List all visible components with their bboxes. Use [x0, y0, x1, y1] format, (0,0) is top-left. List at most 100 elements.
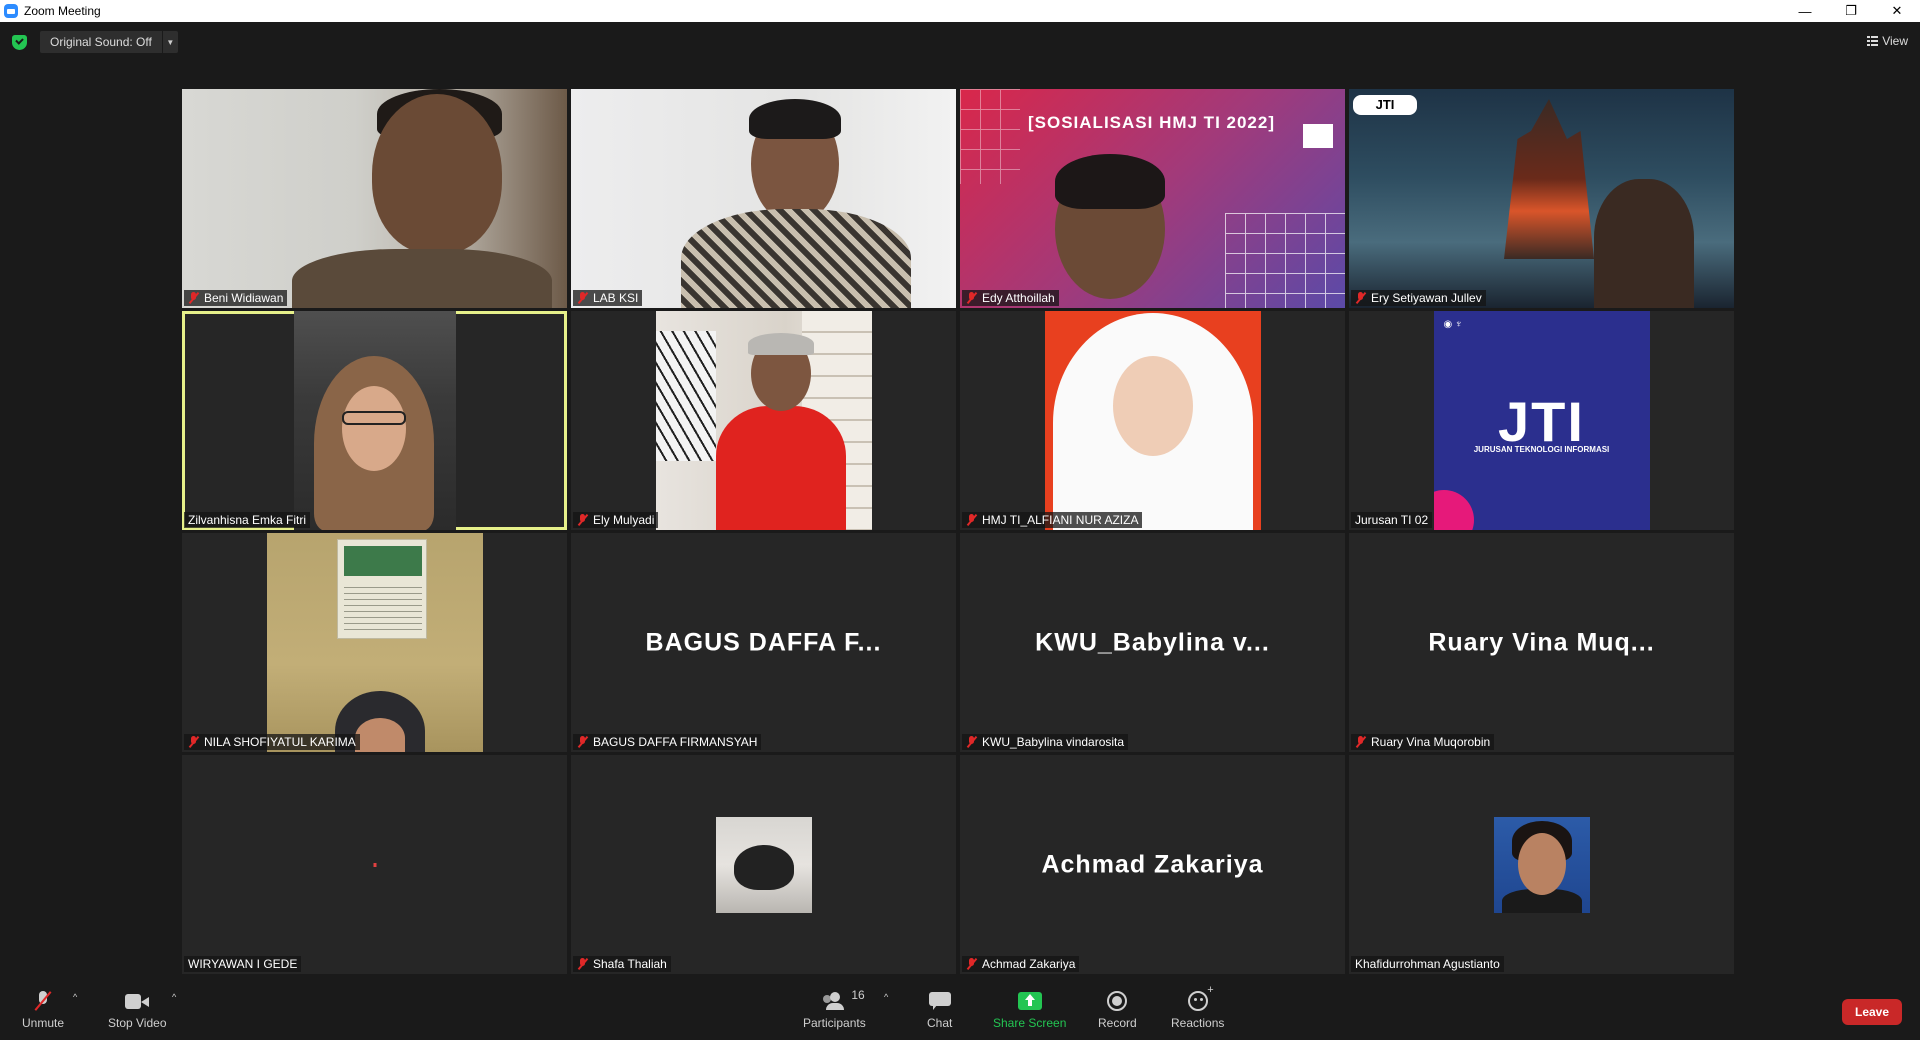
participant-name: BAGUS DAFFA FIRMANSYAH: [593, 735, 758, 749]
participant-video: [571, 89, 956, 308]
meeting-controls-toolbar: Unmute ^ Stop Video ^ 16 Participants ^ …: [0, 980, 1920, 1040]
security-shield-icon[interactable]: [12, 35, 27, 50]
profile-picture: [715, 816, 812, 913]
participants-options-caret-icon[interactable]: ^: [884, 992, 888, 1002]
view-button[interactable]: View: [1867, 34, 1908, 48]
virtual-background-banner: [SOSIALISASI HMJ TI 2022]: [1028, 113, 1275, 132]
mic-muted-icon: [1355, 292, 1367, 304]
chevron-down-icon[interactable]: ▼: [161, 31, 178, 53]
minimize-button[interactable]: —: [1782, 0, 1828, 22]
participant-name: Jurusan TI 02: [1355, 513, 1429, 527]
participant-nameplate: Edy Atthoillah: [962, 290, 1059, 306]
mic-muted-icon: [966, 292, 978, 304]
participant-tile[interactable]: HMJ TI_ALFIANI NUR AZIZA: [960, 311, 1345, 530]
participant-tile-active-speaker[interactable]: Zilvanhisna Emka Fitri: [182, 311, 567, 530]
participant-display-name: BAGUS DAFFA F...: [645, 628, 882, 656]
participant-tile[interactable]: [SOSIALISASI HMJ TI 2022] Edy Atthoillah: [960, 89, 1345, 308]
participant-name: Edy Atthoillah: [982, 291, 1055, 305]
record-icon: [1107, 991, 1128, 1011]
original-sound-label[interactable]: Original Sound: Off: [40, 31, 162, 53]
participant-tile[interactable]: Achmad Zakariya Achmad Zakariya: [960, 755, 1345, 974]
meeting-topbar: Original Sound: Off ▼ View: [0, 22, 1920, 62]
participant-tile[interactable]: Shafa Thaliah: [571, 755, 956, 974]
participant-nameplate: Jurusan TI 02: [1351, 512, 1433, 528]
participant-tile[interactable]: KWU_Babylina v... KWU_Babylina vindarosi…: [960, 533, 1345, 752]
participant-video: [293, 311, 456, 530]
participant-nameplate: Shafa Thaliah: [573, 956, 671, 972]
participant-nameplate: LAB KSI: [573, 290, 643, 306]
original-sound-button[interactable]: Original Sound: Off ▼: [40, 31, 178, 53]
share-screen-icon: [1017, 992, 1042, 1010]
stop-video-label: Stop Video: [108, 1016, 167, 1030]
participant-nameplate: WIRYAWAN I GEDE: [184, 956, 302, 972]
participant-tile[interactable]: NILA SHOFIYATUL KARIMA: [182, 533, 567, 752]
mic-muted-icon: [577, 514, 589, 526]
participant-nameplate: Zilvanhisna Emka Fitri: [184, 512, 311, 528]
jti-logo-subtitle: JURUSAN TEKNOLOGI INFORMASI: [1473, 445, 1610, 454]
participants-icon: [821, 992, 847, 1010]
polije-logo-icon: ◉ ♆: [1443, 319, 1463, 330]
unmute-button[interactable]: Unmute: [22, 990, 64, 1030]
participant-display-name: Achmad Zakariya: [1041, 850, 1264, 878]
record-label: Record: [1098, 1016, 1137, 1030]
stop-video-button[interactable]: Stop Video: [108, 990, 167, 1030]
participant-tile[interactable]: Ely Mulyadi: [571, 311, 956, 530]
participant-name: KWU_Babylina vindarosita: [982, 735, 1125, 749]
participant-tile[interactable]: Beni Widiawan: [182, 89, 567, 308]
audio-options-caret-icon[interactable]: ^: [73, 992, 77, 1002]
participant-tile[interactable]: JTI Ery Setiyawan Jullev: [1349, 89, 1734, 308]
participant-nameplate: Beni Widiawan: [184, 290, 288, 306]
window-controls: — ❐ ✕: [1782, 0, 1920, 22]
participant-tile[interactable]: LAB KSI: [571, 89, 956, 308]
share-screen-label: Share Screen: [993, 1016, 1067, 1030]
participant-name: LAB KSI: [593, 291, 639, 305]
jti-logo-badge: JTI: [1353, 95, 1417, 115]
participant-video: [182, 89, 567, 308]
participant-name: WIRYAWAN I GEDE: [188, 957, 298, 971]
mic-muted-icon: [966, 736, 978, 748]
view-label: View: [1882, 34, 1908, 48]
mic-muted-icon: [1355, 736, 1367, 748]
restore-button[interactable]: ❐: [1828, 0, 1874, 22]
participant-name: Khafidurrohman Agustianto: [1355, 957, 1500, 971]
participant-video: [SOSIALISASI HMJ TI 2022]: [960, 89, 1345, 308]
close-button[interactable]: ✕: [1874, 0, 1920, 22]
participants-button[interactable]: 16 Participants: [803, 988, 866, 1030]
mic-muted-icon: [577, 292, 589, 304]
window-title: Zoom Meeting: [24, 4, 101, 18]
participant-name: Ely Mulyadi: [593, 513, 655, 527]
mic-muted-icon: [188, 292, 200, 304]
participant-tile[interactable]: BAGUS DAFFA F... BAGUS DAFFA FIRMANSYAH: [571, 533, 956, 752]
participant-tile[interactable]: ◉ ♆ JTI JURUSAN TEKNOLOGI INFORMASI Juru…: [1349, 311, 1734, 530]
share-screen-button[interactable]: Share Screen: [993, 990, 1066, 1030]
smiley-reaction-icon: [1187, 984, 1214, 1011]
chat-button[interactable]: Chat: [927, 990, 952, 1030]
participant-tile[interactable]: Khafidurrohman Agustianto: [1349, 755, 1734, 974]
gallery-grid-icon: [1867, 36, 1879, 46]
participants-count: 16: [851, 988, 865, 1002]
participant-video: [1044, 311, 1261, 530]
participant-video: JTI: [1349, 89, 1734, 308]
mic-muted-icon: [966, 958, 978, 970]
window-titlebar: Zoom Meeting — ❐ ✕: [0, 0, 1920, 22]
participant-display-name: Ruary Vina Muq...: [1428, 628, 1655, 656]
reactions-button[interactable]: Reactions: [1171, 984, 1225, 1030]
chat-bubble-icon: [928, 992, 951, 1010]
participant-nameplate: Ely Mulyadi: [573, 512, 659, 528]
video-camera-icon: [125, 993, 150, 1009]
participant-name: NILA SHOFIYATUL KARIMA: [204, 735, 356, 749]
reactions-label: Reactions: [1171, 1016, 1225, 1030]
gallery-view: Beni Widiawan LAB KSI [SOSIALISASI HMJ T…: [182, 89, 1738, 974]
participant-tile[interactable]: Ruary Vina Muq... Ruary Vina Muqorobin: [1349, 533, 1734, 752]
participant-video: ◉ ♆ JTI JURUSAN TEKNOLOGI INFORMASI: [1433, 311, 1650, 530]
participant-name: Shafa Thaliah: [593, 957, 667, 971]
participant-video: [266, 533, 483, 752]
participant-nameplate: Achmad Zakariya: [962, 956, 1080, 972]
record-button[interactable]: Record: [1098, 990, 1137, 1030]
participant-name: HMJ TI_ALFIANI NUR AZIZA: [982, 513, 1139, 527]
leave-button[interactable]: Leave: [1842, 999, 1902, 1025]
participant-name: Beni Widiawan: [204, 291, 284, 305]
video-options-caret-icon[interactable]: ^: [172, 992, 176, 1002]
participant-nameplate: KWU_Babylina vindarosita: [962, 734, 1129, 750]
participant-tile[interactable]: WIRYAWAN I GEDE: [182, 755, 567, 974]
